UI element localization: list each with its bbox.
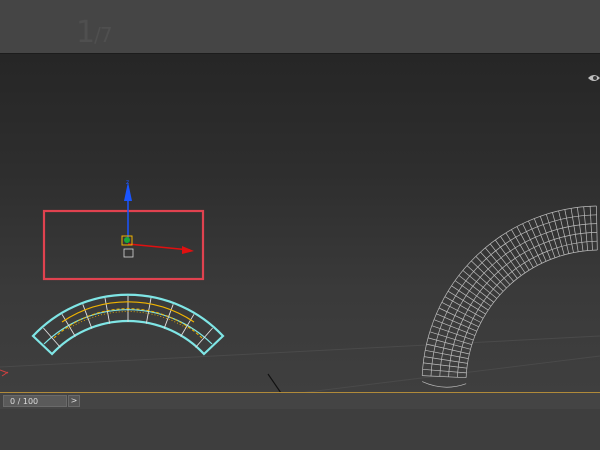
frame-readout[interactable]: 0 / 100	[3, 395, 67, 407]
step-header: 1/7	[0, 0, 600, 53]
svg-text:z: z	[126, 179, 129, 186]
eye-icon[interactable]	[588, 75, 600, 81]
next-frame-button[interactable]: >	[68, 395, 80, 407]
time-slider-bar[interactable]: 0 / 100 >	[0, 392, 600, 409]
axis-tripod-icon	[0, 369, 9, 377]
track-bar-area	[0, 409, 600, 450]
ground-grid	[0, 335, 600, 393]
ground-axis-line	[267, 373, 282, 393]
move-gizmo-icon[interactable]: z	[121, 179, 194, 258]
viewport-perspective[interactable]: z	[0, 53, 600, 393]
step-counter: 1/7	[76, 14, 113, 54]
selected-arch-object[interactable]	[31, 293, 225, 356]
step-total: /7	[94, 23, 112, 47]
step-current: 1	[76, 15, 95, 50]
viewport-scene[interactable]: z	[0, 54, 600, 393]
